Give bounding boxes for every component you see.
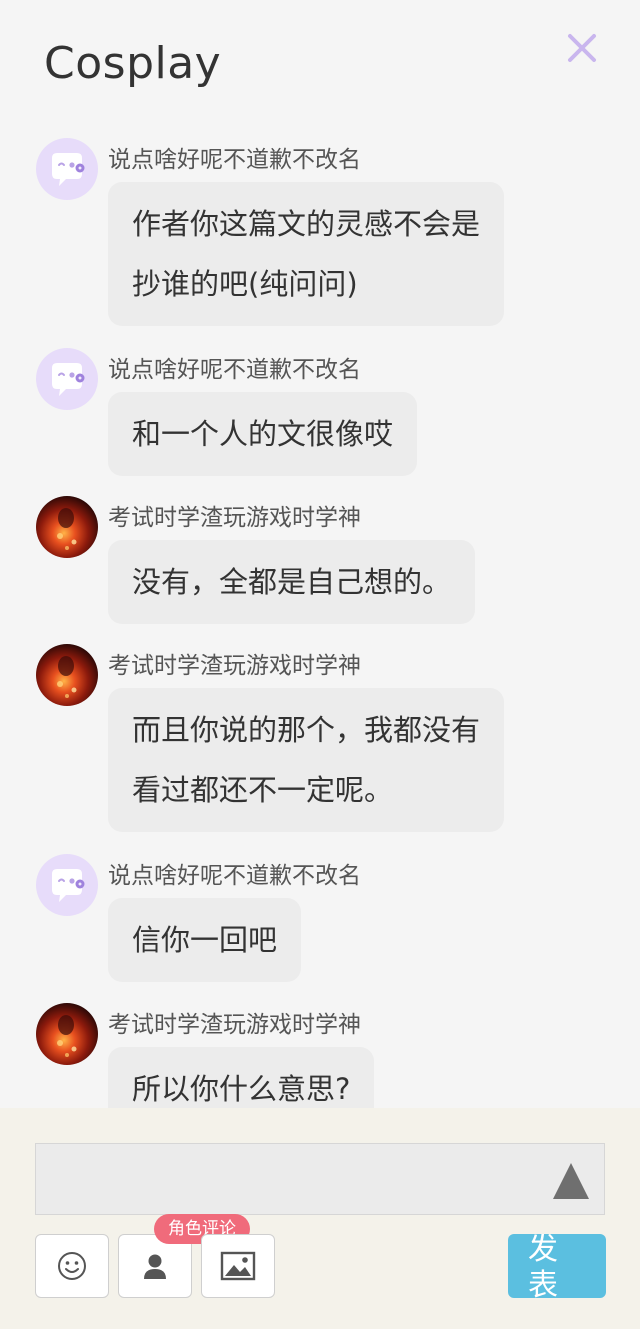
publish-label: 发表 [528,1234,558,1298]
emoji-button[interactable] [35,1234,109,1298]
comment-bubble[interactable]: 所以你什么意思? [108,1047,375,1108]
comment-text: 抄谁的吧(纯问问) [132,267,358,301]
image-icon [220,1251,256,1281]
comment-bubble[interactable]: 没有，全都是自己想的。 [108,540,476,624]
comment-text: 而且你说的那个，我都没有 [132,713,481,747]
commenter-name[interactable]: 考试时学渣玩游戏时学神 [108,1005,361,1039]
commenter-name[interactable]: 说点啥好呢不道歉不改名 [108,140,361,174]
close-icon[interactable] [564,30,600,66]
comment-text: 看过都还不一定呢。 [132,773,394,807]
comment-bubble[interactable]: 而且你说的那个，我都没有 看过都还不一定呢。 [108,688,505,832]
send-triangle-icon[interactable] [553,1163,589,1199]
page-title: Cosplay [44,38,222,89]
header: Cosplay [0,0,640,120]
commenter-name[interactable]: 说点啥好呢不道歉不改名 [108,856,361,890]
image-button[interactable] [201,1234,275,1298]
comment-text: 所以你什么意思? [132,1072,351,1106]
photo-avatar-icon[interactable] [36,1003,98,1065]
commenter-name[interactable]: 考试时学渣玩游戏时学神 [108,646,361,680]
comment-list[interactable]: 说点啥好呢不道歉不改名 作者你这篇文的灵感不会是 抄谁的吧(纯问问) 说点啥好呢… [0,120,640,1108]
photo-avatar-icon[interactable] [36,644,98,706]
comment-bubble[interactable]: 作者你这篇文的灵感不会是 抄谁的吧(纯问问) [108,182,505,326]
default-avatar-icon[interactable] [36,138,98,200]
comment-text: 和一个人的文很像哎 [132,417,394,451]
photo-avatar-icon[interactable] [36,496,98,558]
commenter-name[interactable]: 说点啥好呢不道歉不改名 [108,350,361,384]
comment-text: 没有，全都是自己想的。 [132,565,452,599]
comment-composer: 角色评论 发表 [0,1108,640,1329]
default-avatar-icon[interactable] [36,854,98,916]
role-icon [144,1254,166,1279]
publish-button[interactable]: 发表 [508,1234,606,1298]
emoji-icon [58,1252,86,1280]
comment-text: 作者你这篇文的灵感不会是 [132,207,481,241]
comment-bubble[interactable]: 和一个人的文很像哎 [108,392,418,476]
comment-input[interactable] [35,1143,605,1215]
commenter-name[interactable]: 考试时学渣玩游戏时学神 [108,498,361,532]
comment-bubble[interactable]: 信你一回吧 [108,898,302,982]
comment-text: 信你一回吧 [132,923,278,957]
default-avatar-icon[interactable] [36,348,98,410]
